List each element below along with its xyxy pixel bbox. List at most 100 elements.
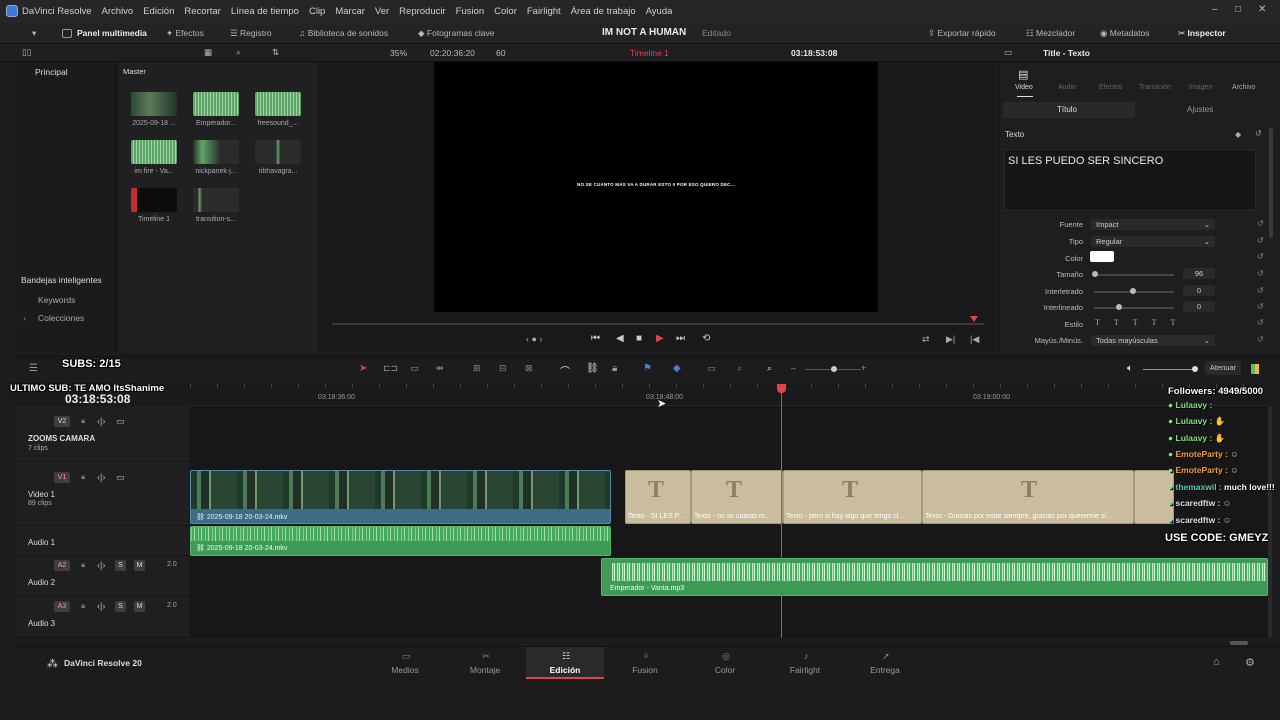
sort-icon[interactable]: ⇅ [272, 47, 279, 58]
size-slider-thumb[interactable] [1092, 271, 1098, 277]
size-slider[interactable] [1094, 274, 1174, 276]
reset-icon[interactable]: ↺ [1257, 236, 1264, 245]
menu-archivo[interactable]: Archivo [102, 6, 134, 17]
menu-reproducir[interactable]: Reproducir [399, 6, 445, 17]
track-visibility-icon[interactable]: ▭ [116, 416, 125, 427]
timeline-ruler[interactable]: 03:18:36:00 03:18:48:00 03:19:00:00 [190, 384, 1268, 406]
page-montaje[interactable]: Montaje [455, 665, 515, 675]
menu-ver[interactable]: Ver [375, 6, 389, 17]
font-select[interactable]: Impact ⌄ [1091, 219, 1215, 230]
flag-icon[interactable]: ⚑ [643, 363, 652, 374]
bin-keywords[interactable]: Keywords [38, 295, 75, 305]
mute-icon[interactable]: M [134, 560, 145, 571]
insert-clip-icon[interactable]: ⊞ [473, 363, 481, 374]
title-clip[interactable]: T Texto - SI LES P... [625, 470, 691, 524]
fairlight-page-icon[interactable]: ♪ [800, 651, 812, 661]
go-to-end-icon[interactable]: ⏭ [676, 333, 685, 344]
volume-icon[interactable]: 🔈︎ [1127, 363, 1133, 374]
lock-icon[interactable]: 🔒︎ [81, 416, 85, 426]
inspector-button[interactable]: ✂ Inspector [1178, 28, 1226, 39]
video-viewer[interactable]: NO SE CUANTO MAS VA A DURAR ESTO 0 POR E… [434, 62, 878, 312]
mixer-button[interactable]: ☷ Mezclador [1026, 28, 1075, 39]
play-reverse-icon[interactable]: ◀ [616, 333, 624, 344]
text-input[interactable]: SI LES PUEDO SER SINCERO [1004, 149, 1256, 211]
go-to-start-icon[interactable]: ⏮ [591, 333, 600, 344]
audio-clip-thumbnail[interactable] [193, 188, 239, 212]
menu-clip[interactable]: Clip [309, 6, 325, 17]
menu-fairlight[interactable]: Fairlight [527, 6, 561, 17]
audio-clip-thumbnail[interactable] [131, 140, 177, 164]
page-fairlight[interactable]: Fairlight [775, 665, 835, 675]
trim-tool-icon[interactable]: ⊏⊐ [383, 363, 398, 374]
tracking-input[interactable]: 0 [1183, 285, 1215, 296]
auto-select-icon[interactable]: ‹|› [97, 560, 105, 570]
audio-clip-thumbnail[interactable] [193, 92, 239, 116]
dynamic-trim-icon[interactable]: ⇹ [436, 363, 444, 374]
reset-icon[interactable]: ↺ [1257, 302, 1264, 311]
timeline-horizontal-scrollbar[interactable] [1230, 641, 1248, 645]
timeline-name[interactable]: Timeline 1 [630, 48, 669, 58]
size-input[interactable]: 96 [1183, 268, 1215, 279]
marker-icon[interactable]: ◆ [673, 363, 681, 374]
page-entrega[interactable]: Entrega [855, 665, 915, 675]
menu-ayuda[interactable]: Ayuda [646, 6, 673, 17]
viewer-scrubber[interactable] [332, 323, 984, 325]
volume-slider-thumb[interactable] [1192, 366, 1198, 372]
match-frame-icon[interactable]: ⇄ [922, 334, 930, 345]
zoom-custom-icon[interactable]: ⌕ [767, 363, 772, 374]
menu-marcar[interactable]: Marcar [335, 6, 365, 17]
color-swatch[interactable] [1090, 251, 1114, 262]
reset-icon[interactable]: ↺ [1257, 269, 1264, 278]
video-clip[interactable]: ⛓ 2025-09-18 20-03-24.mkv [190, 470, 611, 524]
effects-button[interactable]: ✦ Efectos [166, 28, 204, 39]
lock-icon[interactable]: 🔒︎ [81, 601, 85, 611]
zoom-out-icon[interactable]: – [791, 363, 796, 373]
search-icon[interactable]: ⌕ [236, 47, 241, 58]
bin-principal[interactable]: Principal [35, 67, 68, 77]
zoom-level[interactable]: 35% [390, 48, 407, 58]
timeline-thumbnail[interactable] [131, 188, 177, 212]
menu-edicion[interactable]: Edición [143, 6, 174, 17]
audio-clip-thumbnail[interactable] [255, 140, 301, 164]
grid-view-icon[interactable]: ▦ [204, 47, 212, 58]
tab-ajustes[interactable]: Ajustes [1187, 105, 1213, 114]
lock-icon[interactable]: 🔒︎ [612, 363, 617, 374]
home-icon[interactable]: ⌂ [1213, 656, 1220, 668]
linespacing-slider-thumb[interactable] [1116, 304, 1122, 310]
zoom-slider-thumb[interactable] [831, 366, 837, 372]
style-buttons-icon[interactable]: TTTTT [1095, 318, 1189, 327]
reset-icon[interactable]: ↺ [1257, 252, 1264, 261]
lock-icon[interactable]: 🔒︎ [81, 472, 85, 482]
selection-tool-icon[interactable]: ➤ [359, 363, 367, 374]
reset-icon[interactable]: ↺ [1257, 286, 1264, 295]
zoom-full-icon[interactable]: ▭ [707, 363, 716, 374]
play-icon[interactable]: ▶ [656, 333, 664, 344]
reset-icon[interactable]: ↺ [1257, 318, 1264, 327]
layout-icon[interactable]: ▯▯ [22, 47, 31, 58]
solo-icon[interactable]: S [115, 560, 126, 571]
track-badge-v1[interactable]: V1 [54, 472, 70, 483]
close-icon[interactable]: ✕ [1258, 4, 1266, 15]
track-badge-a3[interactable]: A3 [54, 601, 70, 612]
sound-library-button[interactable]: ♫ Biblioteca de sonidos [299, 28, 388, 38]
zoom-detail-icon[interactable]: ⌕ [737, 363, 742, 374]
quick-export-button[interactable]: ⇪ Exportar rápido [928, 28, 996, 39]
audio-clip[interactable]: Emperador - Vanta.mp3 [601, 558, 1268, 596]
playhead[interactable] [781, 384, 782, 638]
playhead-marker-icon[interactable] [970, 316, 978, 322]
menu-linea-de-tiempo[interactable]: Línea de tiempo [231, 6, 299, 17]
media-pool-button[interactable]: Panel multimedia [62, 28, 147, 39]
clip-thumbnail[interactable] [131, 92, 177, 116]
metadata-button[interactable]: ◉ Metadatos [1100, 28, 1149, 39]
log-button[interactable]: ☰ Registro [230, 28, 272, 39]
menu-area-de-trabajo[interactable]: Área de trabajo [571, 6, 636, 17]
menu-fusion[interactable]: Fusion [456, 6, 485, 17]
track-badge-a2[interactable]: A2 [54, 560, 70, 571]
prev-clip-icon[interactable]: |◀ [970, 334, 979, 345]
type-select[interactable]: Regular ⌄ [1091, 236, 1215, 247]
lock-icon[interactable]: 🔒︎ [81, 560, 85, 570]
stop-icon[interactable]: ■ [636, 333, 642, 344]
track-visibility-icon[interactable]: ▭ [116, 472, 125, 483]
case-select[interactable]: Todas mayúsculas ⌄ [1091, 335, 1215, 346]
jog-control-icon[interactable]: ‹ ● › [526, 334, 542, 344]
